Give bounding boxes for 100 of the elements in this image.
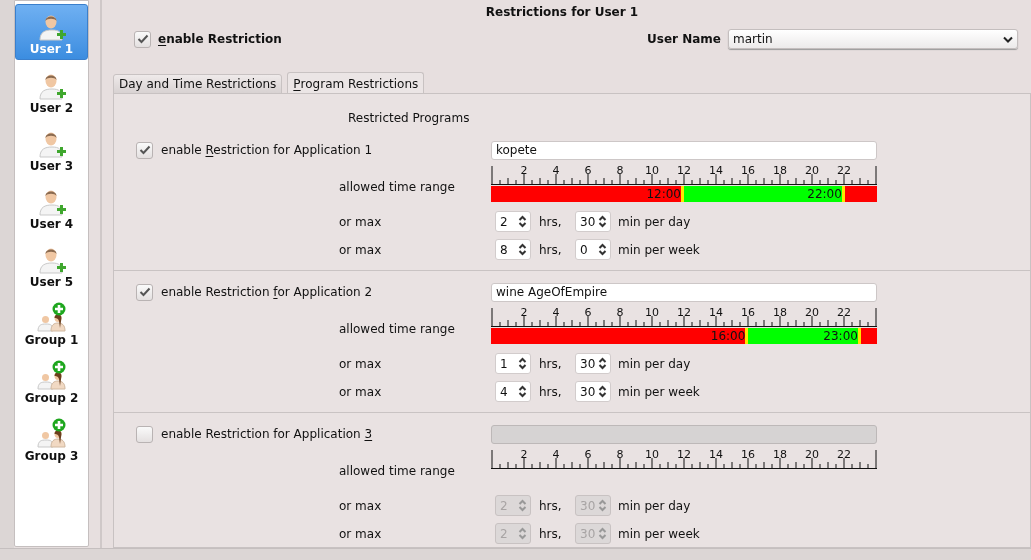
group-add-icon [36, 418, 67, 448]
up-down-icon [598, 499, 607, 512]
spin-box[interactable]: 0 [575, 239, 611, 260]
hour-label: 6 [584, 164, 592, 177]
hour-label: 8 [616, 448, 624, 461]
up-down-icon [598, 215, 607, 228]
hour-label: 14 [709, 164, 723, 177]
program-field[interactable]: wine AgeOfEmpire [491, 282, 877, 302]
tab[interactable]: Day and Time Restrictions [113, 74, 283, 94]
hour-label: 14 [709, 448, 723, 461]
up-down-icon [518, 499, 527, 512]
minutes-unit: min per day [618, 213, 691, 231]
hour-label: 6 [584, 306, 592, 319]
spin-box[interactable]: 30 [575, 211, 611, 232]
minutes-unit: min per day [618, 497, 691, 515]
hours-unit: hrs, [539, 383, 563, 401]
hour-label: 12 [677, 306, 691, 319]
group-add-icon [36, 360, 67, 390]
hour-label: 18 [773, 448, 787, 461]
hours-unit: hrs, [539, 525, 563, 543]
sidebar-item[interactable]: Group 1 [15, 294, 88, 350]
program-field[interactable]: kopete [491, 140, 877, 160]
checkbox[interactable] [134, 30, 151, 48]
hour-label: 6 [584, 448, 592, 461]
hour-label: 16 [741, 448, 755, 461]
up-down-icon [518, 243, 527, 256]
hour-label: 18 [773, 164, 787, 177]
enable-restriction-label[interactable]: enable Restriction [158, 30, 282, 48]
sidebar-item[interactable]: User 3 [15, 120, 88, 176]
chevron-down-icon [1003, 35, 1013, 43]
hour-label: 22 [837, 164, 851, 177]
user-name-dropdown[interactable]: martin [728, 29, 1018, 49]
spin-box[interactable]: 30 [575, 381, 611, 402]
sidebar-item[interactable]: User 5 [15, 236, 88, 292]
hours-unit: hrs, [539, 213, 563, 231]
minutes-unit: min per week [618, 525, 700, 543]
spin-box[interactable]: 4 [495, 381, 531, 402]
hour-label: 4 [552, 448, 560, 461]
range-label: allowed time range [339, 321, 455, 338]
or-max-label: or max [339, 383, 383, 401]
or-max-label: or max [339, 241, 383, 259]
up-down-icon [598, 357, 607, 370]
up-down-icon [518, 215, 527, 228]
tab[interactable]: Program Restrictions [287, 72, 425, 94]
range-start-time: 12:00 [646, 186, 682, 202]
user-name-label: User Name [647, 31, 721, 48]
enable-app-label[interactable]: enable Restriction for Application 2 [161, 283, 373, 301]
hour-label: 10 [645, 306, 659, 319]
or-max-label: or max [339, 355, 383, 373]
sidebar-item[interactable]: User 4 [15, 178, 88, 234]
range-label: allowed time range [339, 179, 455, 196]
hour-label: 2 [520, 164, 528, 177]
hour-label: 8 [616, 164, 624, 177]
group-add-icon [36, 302, 67, 332]
hour-label: 16 [741, 306, 755, 319]
hour-label: 2 [520, 306, 528, 319]
hour-label: 18 [773, 306, 787, 319]
spin-box[interactable]: 30 [575, 353, 611, 374]
range-start-time: 16:00 [710, 328, 747, 344]
up-down-icon [598, 243, 607, 256]
sidebar-item[interactable]: User 2 [15, 62, 88, 118]
page-title: Restrictions for User 1 [484, 4, 640, 21]
hour-label: 16 [741, 164, 755, 177]
range-label: allowed time range [339, 463, 455, 480]
hour-label: 20 [805, 164, 819, 177]
minutes-unit: min per week [618, 241, 700, 259]
time-range-bar[interactable]: 16:00 23:00 [491, 328, 877, 344]
up-down-icon [518, 357, 527, 370]
hour-label: 20 [805, 306, 819, 319]
hours-unit: hrs, [539, 497, 563, 515]
checkbox[interactable] [136, 141, 153, 159]
hour-label: 22 [837, 306, 851, 319]
hour-label: 12 [677, 448, 691, 461]
spin-box[interactable]: 2 [495, 211, 531, 232]
spin-box[interactable]: 8 [495, 239, 531, 260]
hour-label: 20 [805, 448, 819, 461]
hour-label: 4 [552, 306, 560, 319]
hour-label: 8 [616, 306, 624, 319]
hour-label: 12 [677, 164, 691, 177]
or-max-label: or max [339, 213, 383, 231]
enable-app-label[interactable]: enable Restriction for Application 3 [161, 425, 373, 443]
minutes-unit: min per week [618, 383, 700, 401]
spin-box[interactable]: 1 [495, 353, 531, 374]
range-end-time: 22:00 [807, 186, 843, 202]
hour-label: 10 [645, 164, 659, 177]
time-range-bar[interactable]: 12:00 22:00 [491, 186, 877, 202]
up-down-icon [518, 385, 527, 398]
enable-app-label[interactable]: enable Restriction for Application 1 [161, 141, 373, 159]
checkbox[interactable] [136, 283, 153, 301]
hour-label: 4 [552, 164, 560, 177]
up-down-icon [598, 385, 607, 398]
or-max-label: or max [339, 497, 383, 515]
hours-unit: hrs, [539, 241, 563, 259]
sidebar-item[interactable]: Group 2 [15, 352, 88, 408]
hour-label: 22 [837, 448, 851, 461]
checkbox[interactable] [136, 425, 153, 443]
up-down-icon [598, 527, 607, 540]
sidebar-item[interactable]: Group 3 [15, 410, 88, 466]
hour-label: 10 [645, 448, 659, 461]
minutes-unit: min per day [618, 355, 691, 373]
